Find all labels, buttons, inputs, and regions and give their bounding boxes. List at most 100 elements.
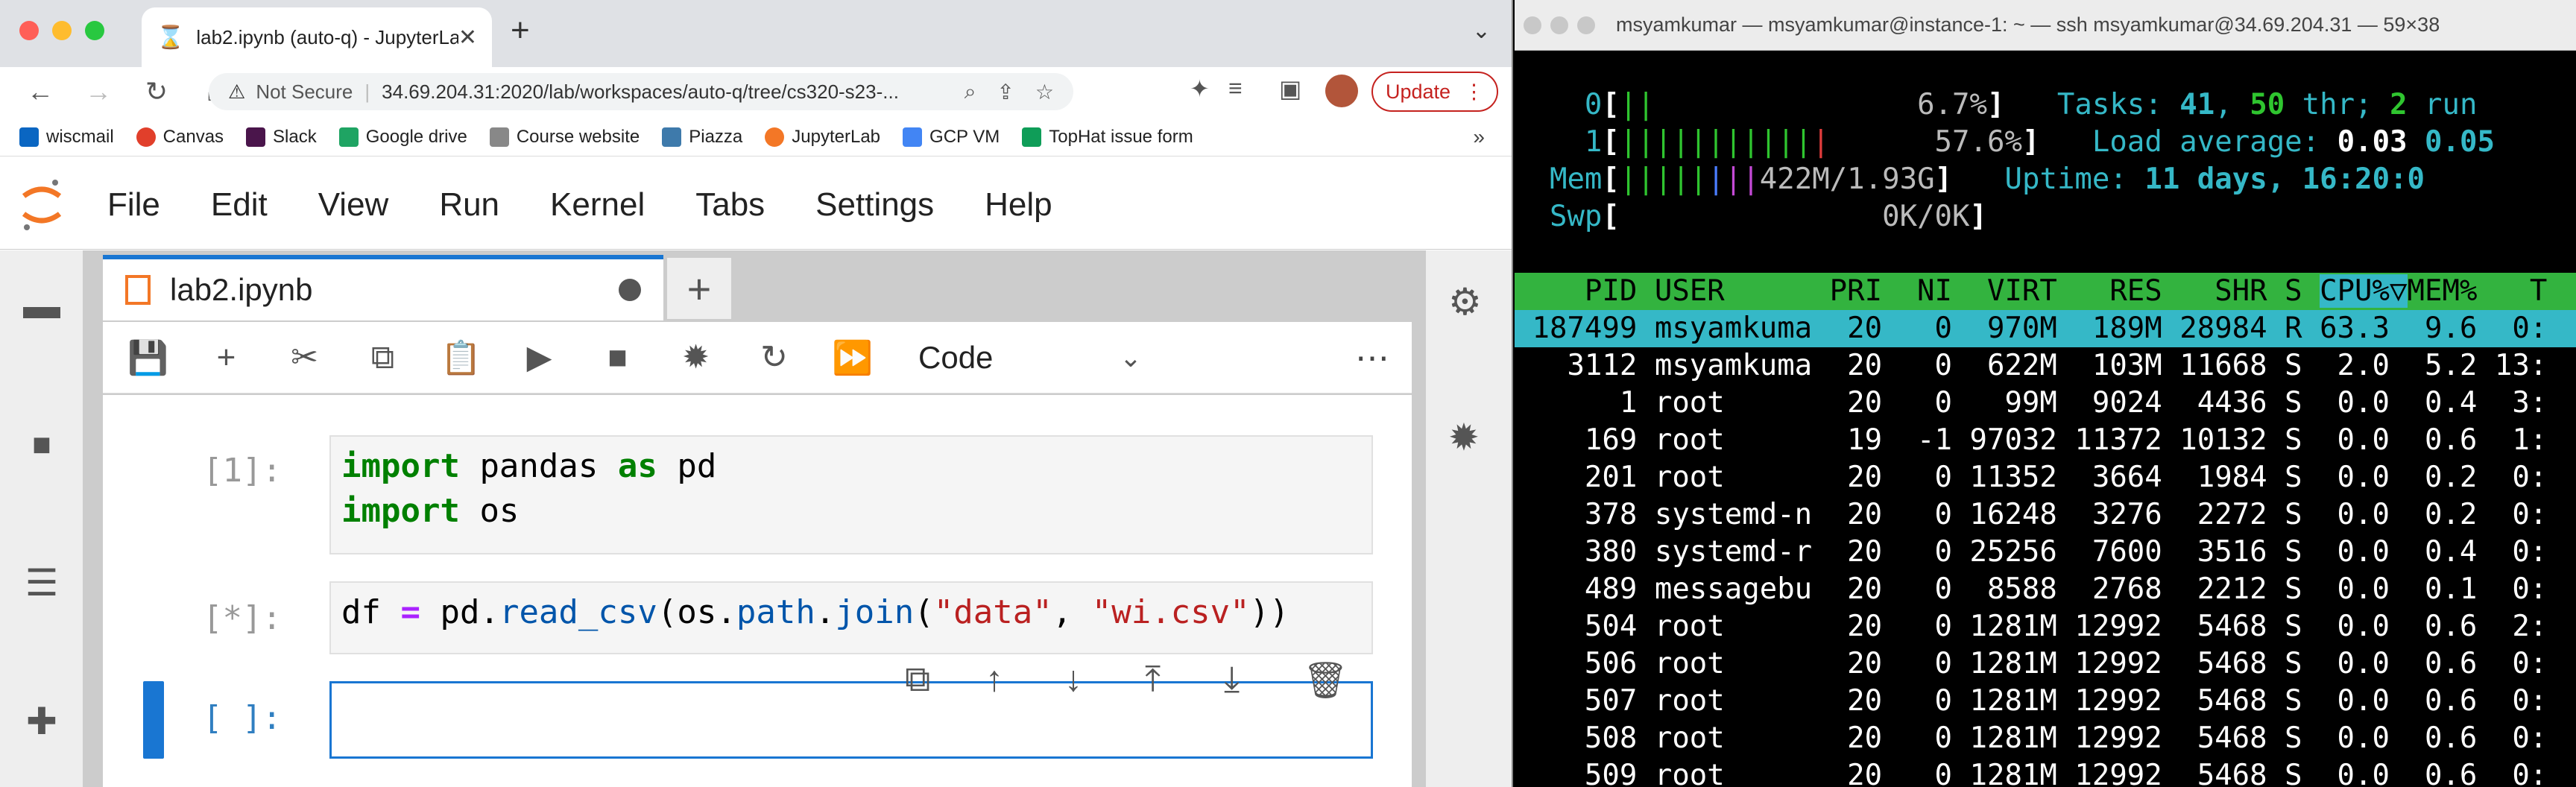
bookmark-piazza[interactable]: Piazza: [662, 127, 742, 148]
minimize-window-button[interactable]: [1550, 16, 1568, 34]
process-row[interactable]: 169 root 19 -1 97032 11372 10132 S 0.0 0…: [1515, 422, 2576, 459]
move-down-icon[interactable]: ↓: [1064, 659, 1082, 700]
close-window-button[interactable]: [1524, 16, 1541, 34]
security-label[interactable]: Not Secure: [256, 80, 353, 104]
process-row[interactable]: 506 root 20 0 1281M 12992 5468 S 0.0 0.6…: [1515, 645, 2576, 683]
close-window-button[interactable]: [19, 21, 39, 40]
copy-icon[interactable]: ⧉: [344, 339, 422, 376]
stop-icon[interactable]: ■: [578, 339, 657, 376]
menu-kernel[interactable]: Kernel: [550, 186, 645, 224]
bookmark-jupyterlab[interactable]: JupyterLab: [765, 127, 880, 148]
insert-above-icon[interactable]: ⤒: [1145, 659, 1161, 701]
warning-icon[interactable]: ⚠: [228, 80, 245, 104]
canvas-icon: [136, 127, 156, 147]
new-launcher-button[interactable]: +: [667, 258, 731, 319]
reload-icon[interactable]: ↻: [139, 76, 174, 107]
trash-icon[interactable]: 🗑: [1303, 659, 1348, 701]
fast-forward-icon[interactable]: ⏩: [813, 338, 891, 377]
bookmark-google-drive[interactable]: Google drive: [338, 127, 467, 148]
menu-edit[interactable]: Edit: [211, 186, 268, 224]
run-icon[interactable]: ▶: [500, 338, 578, 376]
new-tab-button[interactable]: +: [511, 12, 530, 49]
menu-view[interactable]: View: [318, 186, 389, 224]
bookmark-wiscmail[interactable]: wiscmail: [19, 127, 114, 148]
process-row[interactable]: 378 systemd-n 20 0 16248 3276 2272 S 0.0…: [1515, 496, 2576, 534]
process-row[interactable]: 509 root 20 0 1281M 12992 5468 S 0.0 0.6…: [1515, 757, 2576, 787]
browser-tab-active[interactable]: ⌛ lab2.ipynb (auto-q) - JupyterLab ✕: [142, 7, 492, 67]
process-row[interactable]: 3112 msyamkuma 20 0 622M 103M 11668 S 2.…: [1515, 347, 2576, 385]
zoom-icon[interactable]: ⌕: [965, 80, 976, 104]
interrupt-bug-icon[interactable]: ✹: [657, 338, 735, 376]
tasks-label: Tasks:: [2056, 88, 2180, 121]
menu-help[interactable]: Help: [985, 186, 1052, 224]
forward-icon[interactable]: →: [80, 76, 116, 107]
table-of-contents-icon[interactable]: ☰: [16, 557, 67, 608]
left-sidebar: ▬ ⏹ ☰ ✚: [0, 250, 83, 787]
bookmark-slack[interactable]: Slack: [246, 127, 317, 148]
menu-tabs[interactable]: Tabs: [695, 186, 765, 224]
add-cell-icon[interactable]: +: [187, 339, 265, 376]
restart-icon[interactable]: ↻: [735, 338, 813, 376]
side-panel-icon[interactable]: ▣: [1279, 75, 1301, 103]
save-icon[interactable]: 💾: [109, 338, 187, 377]
media-icon[interactable]: ≡: [1228, 75, 1243, 102]
folder-icon[interactable]: ▬: [16, 280, 67, 331]
piazza-icon: [662, 127, 682, 147]
unsaved-dot-icon[interactable]: [619, 279, 641, 301]
process-row[interactable]: 507 root 20 0 1281M 12992 5468 S 0.0 0.6…: [1515, 683, 2576, 720]
code-editor[interactable]: df = pd.read_csv(os.path.join("data", "w…: [329, 581, 1373, 654]
sort-column-header[interactable]: CPU%▽: [2320, 274, 2408, 308]
menu-file[interactable]: File: [107, 186, 160, 224]
process-row-selected[interactable]: 187499 msyamkuma 20 0 970M 189M 28984 R …: [1515, 310, 2576, 347]
extensions-icon[interactable]: ✦: [1190, 75, 1210, 103]
share-icon[interactable]: ⇪: [997, 80, 1014, 104]
cell-type-select[interactable]: Code ⌄: [918, 340, 1142, 376]
menu-settings[interactable]: Settings: [815, 186, 934, 224]
debugger-icon[interactable]: ✹: [1448, 416, 1480, 459]
menu-run[interactable]: Run: [439, 186, 499, 224]
extensions-icon[interactable]: ✚: [16, 696, 67, 747]
process-row[interactable]: 508 root 20 0 1281M 12992 5468 S 0.0 0.6…: [1515, 720, 2576, 757]
cpu1-meter: 1[|||||||||||| 57.6%] Load average: 0.03…: [1584, 125, 2495, 159]
bookmark-gcp-vm[interactable]: GCP VM: [903, 127, 1000, 148]
more-bookmarks-icon[interactable]: »: [1473, 125, 1485, 149]
process-row[interactable]: 201 root 20 0 11352 3664 1984 S 0.0 0.2 …: [1515, 459, 2576, 496]
zoom-window-button[interactable]: [85, 21, 104, 40]
process-row[interactable]: 1 root 20 0 99M 9024 4436 S 0.0 0.4 3:: [1515, 385, 2576, 422]
code-token: (os.: [657, 593, 736, 631]
paste-icon[interactable]: 📋: [422, 338, 500, 377]
running-sessions-icon[interactable]: ⏹: [16, 419, 67, 470]
tab-strip: ⌛ lab2.ipynb (auto-q) - JupyterLab ✕ + ⌄: [0, 0, 1512, 67]
process-row[interactable]: 504 root 20 0 1281M 12992 5468 S 0.0 0.6…: [1515, 608, 2576, 645]
move-up-icon[interactable]: ↑: [985, 659, 1003, 700]
bookmark-tophat-form[interactable]: TopHat issue form: [1022, 127, 1193, 148]
duplicate-cell-icon[interactable]: ⧉: [905, 659, 930, 701]
back-icon[interactable]: ←: [22, 76, 58, 107]
process-row[interactable]: 380 systemd-r 20 0 25256 7600 3516 S 0.0…: [1515, 534, 2576, 571]
avatar[interactable]: [1325, 75, 1358, 107]
cell-prompt: [1]:: [203, 452, 282, 490]
close-tab-icon[interactable]: ✕: [458, 25, 477, 51]
terminal-title: msyamkumar — msyamkumar@instance-1: ~ — …: [1616, 13, 2440, 36]
code-editor[interactable]: import pandas as pd import os: [329, 435, 1373, 554]
minimize-window-button[interactable]: [52, 21, 72, 40]
load-label: Load average:: [2092, 125, 2337, 159]
more-icon[interactable]: ⋯: [1355, 338, 1389, 378]
insert-below-icon[interactable]: ⤓: [1224, 659, 1240, 701]
bookmark-star-icon[interactable]: ☆: [1035, 80, 1054, 104]
cut-icon[interactable]: ✂: [265, 338, 344, 376]
process-row[interactable]: 489 messagebu 20 0 8588 2768 2212 S 0.0 …: [1515, 571, 2576, 608]
tab-notebook[interactable]: lab2.ipynb: [103, 255, 663, 320]
code-editor[interactable]: [329, 681, 1373, 759]
bookmark-course-website[interactable]: Course website: [489, 127, 640, 148]
process-table-header[interactable]: PID USER PRI NI VIRT RES SHR S CPU%▽MEM%…: [1515, 273, 2576, 310]
address-bar[interactable]: ⚠ Not Secure | 34.69.204.31:2020/lab/wor…: [209, 73, 1073, 110]
terminal-window: msyamkumar — msyamkumar@instance-1: ~ — …: [1515, 0, 2576, 787]
gears-icon[interactable]: ⚙: [1448, 280, 1482, 323]
update-button[interactable]: Update ⋮: [1371, 72, 1498, 112]
url-text[interactable]: 34.69.204.31:2020/lab/workspaces/auto-q/…: [382, 80, 944, 104]
zoom-window-button[interactable]: [1577, 16, 1595, 34]
kebab-menu-icon: ⋮: [1464, 80, 1485, 103]
chevron-down-icon[interactable]: ⌄: [1472, 18, 1491, 44]
bookmark-canvas[interactable]: Canvas: [136, 127, 224, 148]
